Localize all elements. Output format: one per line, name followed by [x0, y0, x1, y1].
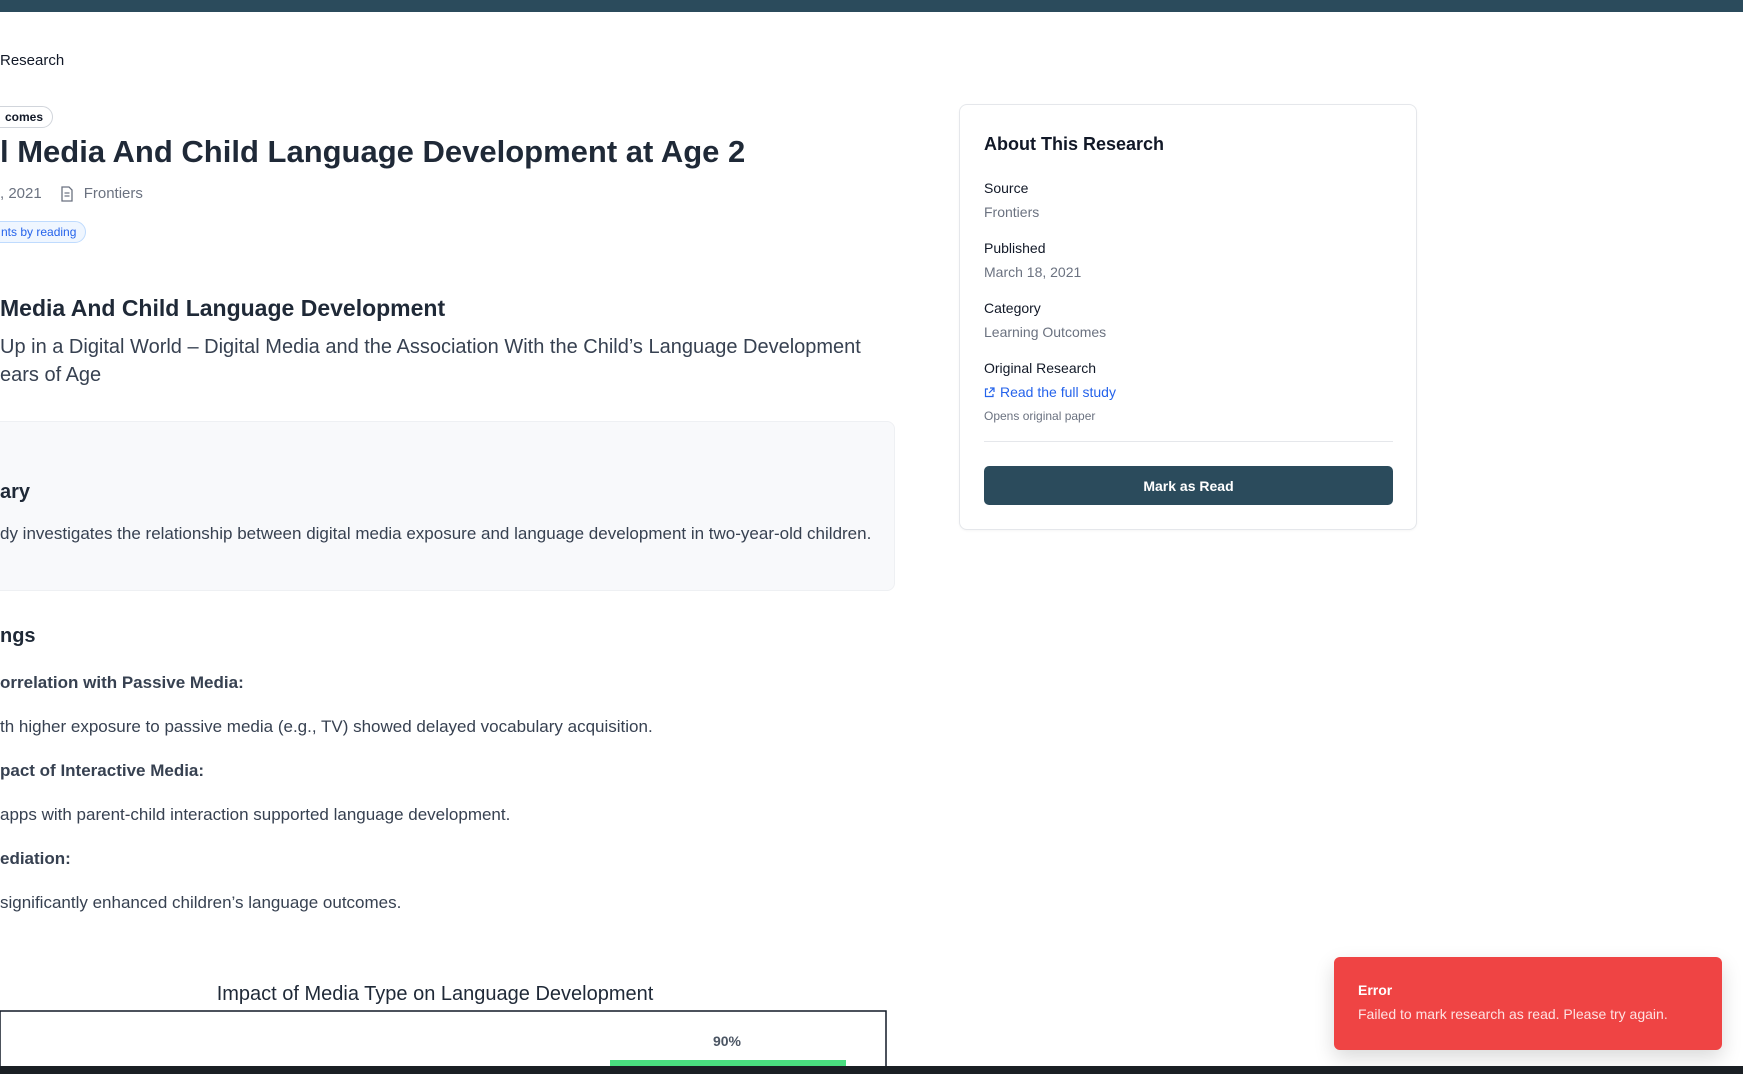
chart-plot: 90% [0, 1010, 887, 1066]
error-toast[interactable]: Error Failed to mark research as read. P… [1334, 957, 1722, 1050]
category-label: Category [984, 300, 1041, 316]
article-meta: , 2021 Frontiers [0, 185, 143, 202]
finding-text: th higher exposure to passive media (e.g… [0, 717, 653, 736]
summary-heading: ary [0, 481, 31, 503]
topic-tag[interactable]: nts by reading [0, 221, 87, 243]
finding-text: apps with parent-child interaction suppo… [0, 805, 511, 824]
toast-message: Failed to mark research as read. Please … [1358, 1006, 1668, 1022]
chart-title: Impact of Media Type on Language Develop… [216, 983, 654, 1005]
external-link-icon [984, 386, 995, 397]
article-subtitle: Up in a Digital World – Digital Media an… [0, 333, 900, 389]
category-badge: comes [0, 106, 54, 128]
about-research-card: About This Research Source Frontiers Pub… [959, 104, 1417, 530]
chart-frame [0, 1010, 887, 1066]
subtitle-line: Up in a Digital World – Digital Media an… [0, 336, 861, 358]
source-value: Frontiers [984, 204, 1040, 220]
subtitle-line: ears of Age [0, 364, 102, 386]
original-research-label: Original Research [984, 360, 1097, 376]
article-source: Frontiers [83, 185, 143, 202]
bar-data-label: 90% [713, 1033, 742, 1049]
link-note: Opens original paper [984, 409, 1096, 423]
published-label: Published [984, 240, 1046, 256]
finding-title: orrelation with Passive Media: [0, 673, 244, 692]
source-label: Source [984, 180, 1029, 196]
summary-text: dy investigates the relationship between… [0, 524, 872, 543]
document-icon [61, 185, 73, 202]
finding-text: significantly enhanced children’s langua… [0, 893, 402, 912]
article-date: , 2021 [0, 185, 42, 202]
article-heading: Media And Child Language Development [0, 295, 446, 321]
read-full-study-link[interactable]: Read the full study [984, 384, 1116, 400]
bottom-bar [0, 1066, 1743, 1074]
link-text: Read the full study [1000, 384, 1116, 400]
top-nav-bar [0, 0, 1743, 12]
summary-panel [0, 421, 895, 591]
published-value: March 18, 2021 [984, 264, 1082, 280]
findings-heading: ngs [0, 625, 36, 647]
card-title: About This Research [984, 134, 1165, 154]
mark-as-read-button[interactable]: Mark as Read [984, 466, 1393, 505]
divider [984, 441, 1393, 442]
page-title: l Media And Child Language Development a… [0, 134, 746, 169]
finding-title: pact of Interactive Media: [0, 761, 205, 780]
breadcrumb[interactable]: Research [0, 52, 64, 69]
finding-title: ediation: [0, 849, 71, 868]
category-value: Learning Outcomes [984, 324, 1107, 340]
toast-title: Error [1358, 982, 1393, 998]
